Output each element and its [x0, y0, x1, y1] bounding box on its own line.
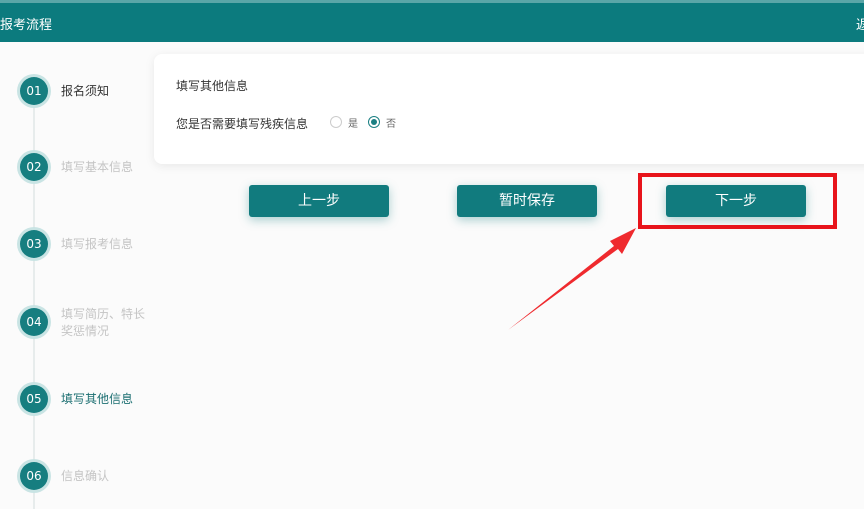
annotation-arrow-icon: [508, 228, 636, 330]
